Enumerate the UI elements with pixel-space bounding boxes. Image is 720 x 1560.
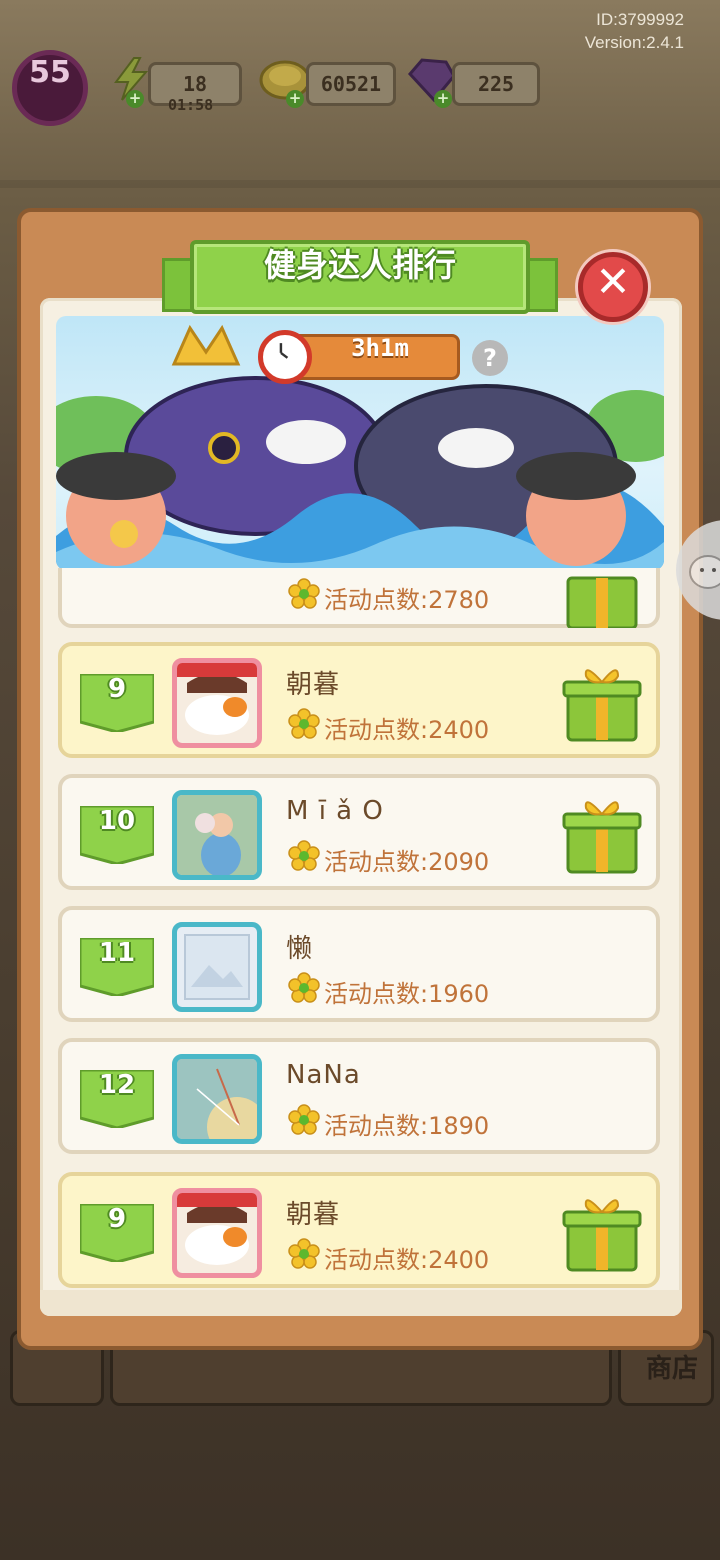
score-text: 活动点数:2780: [324, 586, 490, 614]
activity-flower-icon: [288, 1238, 320, 1269]
activity-flower-icon: [288, 578, 320, 609]
energy-value: 18: [182, 72, 208, 96]
placeholder-image-icon: [184, 934, 250, 1000]
leaderboard-row[interactable]: 11 懒 活动点数:1960: [58, 906, 660, 1022]
avatar-image: [177, 1193, 257, 1265]
activity-flower-icon: [288, 708, 320, 739]
player-name: 朝暮: [286, 670, 341, 700]
gift-box-icon[interactable]: [560, 792, 644, 878]
avatar[interactable]: [172, 1054, 262, 1144]
activity-flower-icon: [288, 840, 320, 871]
avatar[interactable]: [172, 790, 262, 880]
score-text: 活动点数:2400: [324, 1246, 490, 1274]
user-id-text: ID:3799992: [596, 10, 684, 29]
activity-flower-icon: [288, 1104, 320, 1135]
rank-number: 12: [98, 1070, 136, 1100]
leaderboard-row[interactable]: 10 M ī ǎ O 活动点数:2090: [58, 774, 660, 890]
score-text: 活动点数:1890: [324, 1112, 490, 1140]
gift-box-icon[interactable]: [560, 660, 644, 746]
rank-number: 11: [98, 938, 136, 968]
avatar-image: [177, 663, 257, 735]
rank-number: 9: [107, 674, 127, 704]
add-gems-icon[interactable]: +: [434, 90, 452, 108]
alarm-clock-icon: [258, 330, 312, 384]
help-icon[interactable]: ?: [472, 340, 508, 376]
my-rank-row[interactable]: 9 朝暮 活动点数:2400: [58, 1172, 660, 1288]
close-button[interactable]: ✕: [578, 252, 648, 322]
shop-label: 商店: [645, 1354, 698, 1384]
player-name: 朝暮: [286, 1200, 341, 1230]
paper-curl: [40, 1290, 682, 1316]
avatar[interactable]: [172, 922, 262, 1012]
close-icon: ✕: [595, 257, 631, 306]
score-text: 活动点数:2090: [324, 848, 490, 876]
player-level-badge[interactable]: 55: [12, 50, 88, 126]
rank-number: 9: [107, 1204, 127, 1234]
avatar-image: [177, 795, 257, 875]
score-text: 活动点数:1960: [324, 980, 490, 1008]
player-level-value: 55: [29, 55, 71, 90]
background-divider: [0, 180, 720, 188]
gem-counter: 225: [452, 62, 540, 106]
player-name: 懒: [286, 934, 314, 964]
add-coins-icon[interactable]: +: [286, 90, 304, 108]
avatar[interactable]: [172, 1188, 262, 1278]
avatar[interactable]: [172, 658, 262, 748]
panel-title: 健身达人排行: [263, 246, 456, 284]
pet-face-icon: [689, 555, 720, 589]
leaderboard-row[interactable]: 12 NaNa 活动点数:1890: [58, 1038, 660, 1154]
gem-value: 225: [477, 72, 515, 96]
activity-flower-icon: [288, 972, 320, 1003]
score-text: 活动点数:2400: [324, 716, 490, 744]
player-name: NaNa: [286, 1060, 361, 1090]
rank-number: 10: [98, 806, 136, 836]
energy-timer: 01:58: [168, 96, 214, 114]
version-text: Version:2.4.1: [584, 33, 684, 52]
player-name: M ī ǎ O: [286, 796, 384, 826]
event-timer-text: 3h1m: [351, 334, 409, 362]
leaderboard-row[interactable]: 9 朝暮 活动点数:2400: [58, 642, 660, 758]
build-info: ID:3799992 Version:2.4.1: [585, 8, 684, 54]
gift-box-icon[interactable]: [560, 1190, 644, 1276]
coin-counter: 60521: [306, 62, 396, 106]
avatar-image: [177, 1059, 257, 1139]
add-energy-icon[interactable]: +: [126, 90, 144, 108]
coin-value: 60521: [320, 72, 382, 96]
